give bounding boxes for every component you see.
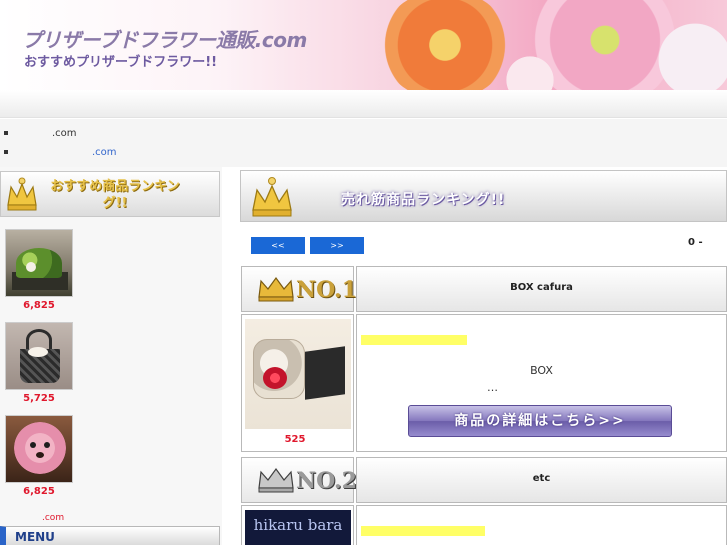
rank-label: NO.1 (296, 277, 357, 303)
site-title[interactable]: プリザーブドフラワー通販.com (22, 24, 307, 53)
product-thumbnail-basket[interactable] (5, 322, 73, 390)
product-description-cell (356, 505, 727, 545)
product-name[interactable]: etc (357, 473, 726, 484)
rank-1-badge: NO.1 (241, 266, 357, 312)
header-banner: プリザーブドフラワー通販.com おすすめプリザーブドフラワー!! (0, 0, 727, 90)
product-image[interactable] (245, 319, 351, 429)
sidebar-footer-link[interactable]: .com (42, 513, 64, 523)
product-detail-button[interactable]: 商品の詳細はこちら>> (408, 405, 672, 437)
bullet-icon (4, 131, 8, 135)
product-description: BOX (530, 364, 553, 377)
rank-1-name-cell[interactable]: BOX cafura (356, 266, 727, 312)
product-description-ellipsis: … (487, 381, 498, 394)
page: プリザーブドフラワー通販.com おすすめプリザーブドフラワー!! .com .… (0, 0, 727, 545)
sidebar-menu-header: MENU (0, 526, 220, 545)
product-price: 6,825 (23, 486, 55, 497)
highlight-bar (361, 335, 467, 345)
product-thumbnail-poodle[interactable] (5, 415, 73, 483)
sidebar-product-item[interactable]: 6,825 (5, 415, 73, 497)
rank-label: NO.2 (296, 468, 357, 494)
page-count: 0 - (688, 237, 703, 248)
crown-icon (7, 177, 37, 211)
sidebar-product-item[interactable]: 6,825 (5, 229, 73, 311)
link-item[interactable]: .com (4, 128, 77, 139)
product-description-cell: BOX … 商品の詳細はこちら>> (356, 314, 727, 452)
highlight-bar (361, 526, 485, 536)
bullet-icon (4, 150, 8, 154)
product-image-cell[interactable]: hikaru bara (241, 505, 354, 545)
sidebar: おすすめ商品ランキング!! 6,825 5,725 6,825 .com MEN… (0, 167, 222, 545)
crown-icon (252, 177, 292, 217)
ranking-heading: 売れ筋商品ランキング!! (240, 170, 727, 222)
product-image[interactable]: hikaru bara (245, 510, 351, 545)
ranking-heading-text: 売れ筋商品ランキング!! (341, 192, 506, 208)
main-content: 売れ筋商品ランキング!! << >> 0 - NO.1 BOX cafura 5… (238, 167, 727, 545)
sidebar-product-item[interactable]: 5,725 (5, 322, 73, 404)
gold-crown-icon (258, 276, 294, 302)
gerbera-orange-image (380, 0, 510, 90)
product-name[interactable]: BOX cafura (357, 282, 726, 293)
product-price: 525 (284, 434, 306, 445)
silver-crown-icon (258, 467, 294, 493)
menu-label: MENU (15, 530, 55, 544)
next-page-button[interactable]: >> (310, 237, 364, 254)
link-list: .com .com (0, 119, 727, 167)
prev-page-button[interactable]: << (251, 237, 305, 254)
sidebar-heading: おすすめ商品ランキング!! (0, 171, 220, 217)
product-thumbnail-green[interactable] (5, 229, 73, 297)
rank-2-name-cell[interactable]: etc (356, 457, 727, 503)
nav-bar (0, 90, 727, 118)
site-subtitle: おすすめプリザーブドフラワー!! (24, 55, 218, 70)
product-price: 6,825 (23, 300, 55, 311)
link-text[interactable]: .com (52, 128, 77, 139)
rank-2-badge: NO.2 (241, 457, 357, 503)
link-text[interactable]: .com (92, 147, 117, 158)
product-image-cell[interactable]: 525 (241, 314, 354, 452)
link-item[interactable]: .com (4, 147, 117, 158)
product-price: 5,725 (23, 393, 55, 404)
sidebar-heading-text: おすすめ商品ランキング!! (50, 179, 180, 211)
